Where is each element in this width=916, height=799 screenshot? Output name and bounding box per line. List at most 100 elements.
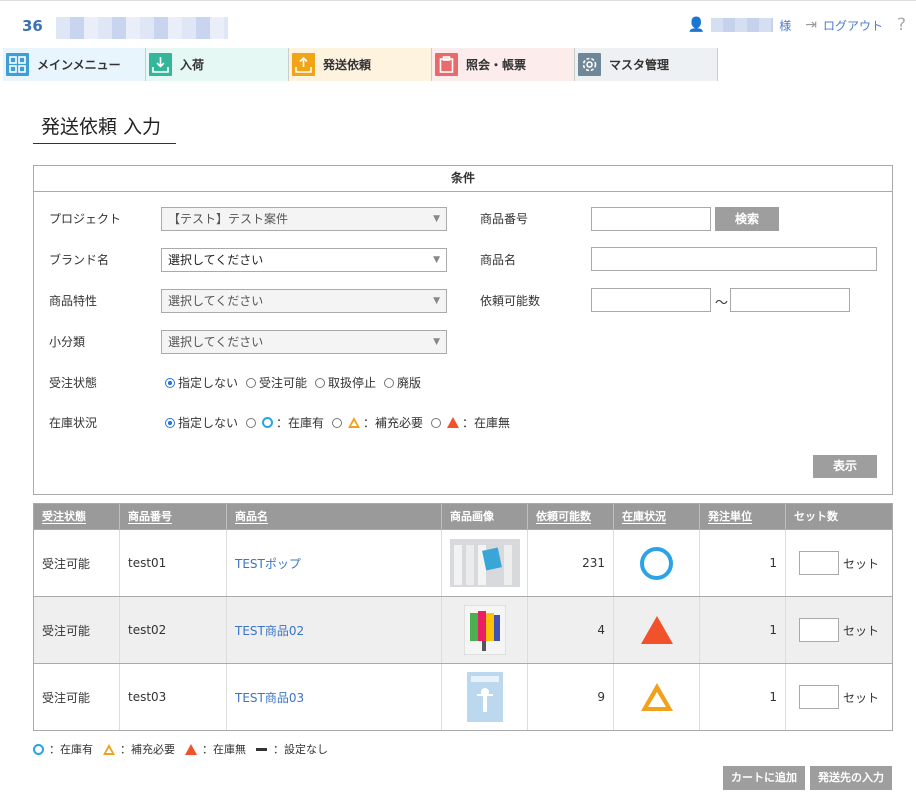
caret-down-icon: ▼ bbox=[433, 255, 440, 265]
order-status-label: 受注状態 bbox=[49, 376, 98, 390]
set-quantity-input[interactable] bbox=[798, 618, 839, 642]
radio-button[interactable] bbox=[246, 417, 257, 428]
legend-in-stock: ：在庫有 bbox=[49, 743, 93, 756]
gear-icon bbox=[578, 53, 601, 76]
radio-button[interactable] bbox=[246, 377, 257, 388]
grid-icon bbox=[6, 53, 29, 76]
nav-main-menu[interactable]: メインメニュー bbox=[3, 48, 146, 81]
product-name-input[interactable] bbox=[591, 247, 877, 271]
product-thumbnail[interactable] bbox=[466, 672, 503, 722]
company-logo-redacted bbox=[56, 17, 228, 39]
help-icon[interactable]: ? bbox=[897, 15, 906, 35]
stock-option-refill[interactable]: ：補充必要 bbox=[332, 414, 423, 431]
cell-unit: 1 bbox=[700, 597, 786, 663]
col-header-name[interactable]: 商品名 bbox=[227, 504, 442, 529]
order-status-option-none[interactable]: 指定しない bbox=[165, 374, 238, 391]
radio-label: 廃版 bbox=[397, 376, 422, 390]
set-unit-label: セット bbox=[842, 556, 879, 571]
stock-legend: ：在庫有 ：補充必要 ：在庫無 ：設定なし bbox=[33, 741, 328, 757]
nav-shipping-label: 発送依頼 bbox=[323, 58, 372, 72]
project-select[interactable]: 【テスト】テスト案件 ▼ bbox=[161, 207, 447, 231]
radio-button[interactable] bbox=[431, 417, 442, 428]
stock-option-none[interactable]: 指定しない bbox=[165, 414, 238, 431]
set-unit-label: セット bbox=[842, 690, 879, 705]
in-stock-circle-icon bbox=[33, 743, 44, 755]
dash-icon bbox=[256, 747, 267, 751]
col-header-unit[interactable]: 発注単位 bbox=[700, 504, 786, 529]
subcategory-label: 小分類 bbox=[49, 335, 86, 349]
col-header-status[interactable]: 受注状態 bbox=[34, 504, 120, 529]
legend-unset: ：設定なし bbox=[273, 743, 328, 756]
add-to-cart-button[interactable]: カートに追加 bbox=[723, 766, 805, 790]
brand-select[interactable]: 選択してください ▼ bbox=[161, 248, 447, 272]
radio-label: ：在庫有 bbox=[276, 416, 325, 430]
product-link[interactable]: TEST商品02 bbox=[235, 622, 304, 639]
upload-icon bbox=[292, 53, 315, 76]
col-header-code[interactable]: 商品番号 bbox=[120, 504, 227, 529]
radio-button[interactable] bbox=[332, 417, 343, 428]
logout-icon[interactable]: ⇥ bbox=[805, 17, 817, 33]
logout-link[interactable]: ログアウト bbox=[823, 17, 883, 34]
col-header-set: セット数 bbox=[794, 510, 838, 523]
product-link[interactable]: TEST商品03 bbox=[235, 689, 304, 706]
logo-number: 36 bbox=[22, 17, 43, 35]
order-status-option-stopped[interactable]: 取扱停止 bbox=[315, 374, 376, 391]
enter-destination-button[interactable]: 発送先の入力 bbox=[810, 766, 892, 790]
user-icon: 👤 bbox=[687, 17, 706, 33]
nav-spacer bbox=[718, 48, 916, 81]
refill-triangle-icon bbox=[640, 683, 673, 711]
radio-label: 受注可能 bbox=[259, 376, 308, 390]
radio-button[interactable] bbox=[165, 417, 175, 428]
cell-status: 受注可能 bbox=[34, 530, 120, 596]
product-code-input[interactable] bbox=[591, 207, 711, 231]
user-name-redacted bbox=[711, 18, 774, 32]
caret-down-icon: ▼ bbox=[433, 337, 440, 347]
range-separator: ～ bbox=[715, 296, 729, 311]
brand-select-value: 選択してください bbox=[168, 253, 264, 267]
stock-status-label: 在庫状況 bbox=[49, 416, 98, 430]
order-status-option-discontinued[interactable]: 廃版 bbox=[384, 374, 421, 391]
cell-code: test03 bbox=[120, 664, 227, 730]
in-stock-circle-icon bbox=[640, 546, 673, 580]
nav-inbound[interactable]: 入荷 bbox=[146, 48, 289, 81]
cell-image bbox=[442, 664, 528, 730]
caret-down-icon: ▼ bbox=[433, 214, 440, 224]
radio-button[interactable] bbox=[165, 377, 175, 388]
product-thumbnail[interactable] bbox=[449, 539, 520, 587]
out-of-stock-triangle-icon bbox=[447, 417, 460, 428]
product-thumbnail[interactable] bbox=[463, 605, 506, 655]
cell-set: セット bbox=[786, 664, 892, 730]
subcategory-select[interactable]: 選択してください ▼ bbox=[161, 330, 447, 354]
col-header-qty[interactable]: 依頼可能数 bbox=[528, 504, 614, 529]
conditions-panel: 条件 プロジェクト 【テスト】テスト案件 ▼ ブランド名 選択してください ▼ 商品… bbox=[33, 165, 893, 495]
set-quantity-input[interactable] bbox=[798, 551, 839, 575]
set-quantity-input[interactable] bbox=[798, 685, 839, 709]
table-row: 受注可能 test02 TEST商品02 4 1 セット bbox=[34, 596, 892, 663]
search-button[interactable]: 検索 bbox=[715, 207, 779, 231]
col-header-stock[interactable]: 在庫状況 bbox=[614, 504, 700, 529]
show-button[interactable]: 表示 bbox=[813, 455, 877, 478]
page-title: 発送依頼 入力 bbox=[33, 112, 176, 144]
nav-inquiry[interactable]: 照会・帳票 bbox=[432, 48, 575, 81]
radio-label: ：補充必要 bbox=[363, 416, 424, 430]
nav-inquiry-label: 照会・帳票 bbox=[466, 58, 527, 72]
request-qty-min-input[interactable] bbox=[591, 288, 711, 312]
stock-option-out[interactable]: ：在庫無 bbox=[431, 414, 510, 431]
product-feature-select[interactable]: 選択してください ▼ bbox=[161, 289, 447, 313]
stock-option-in[interactable]: ：在庫有 bbox=[246, 414, 324, 431]
legend-refill: ：補充必要 bbox=[120, 743, 175, 756]
product-table: 受注状態 商品番号 商品名 商品画像 依頼可能数 在庫状況 発注単位 セット数 … bbox=[33, 503, 893, 731]
order-status-option-available[interactable]: 受注可能 bbox=[246, 374, 307, 391]
radio-button[interactable] bbox=[315, 377, 326, 388]
nav-master[interactable]: マスタ管理 bbox=[575, 48, 718, 81]
user-suffix: 様 bbox=[779, 18, 792, 33]
clipboard-icon bbox=[435, 53, 458, 76]
request-qty-max-input[interactable] bbox=[730, 288, 850, 312]
product-link[interactable]: TESTポップ bbox=[235, 555, 301, 572]
cell-qty: 4 bbox=[528, 597, 614, 663]
radio-button[interactable] bbox=[384, 377, 395, 388]
nav-shipping[interactable]: 発送依頼 bbox=[289, 48, 432, 81]
product-feature-label: 商品特性 bbox=[49, 294, 98, 308]
radio-label: 取扱停止 bbox=[328, 376, 377, 390]
cell-unit: 1 bbox=[700, 664, 786, 730]
